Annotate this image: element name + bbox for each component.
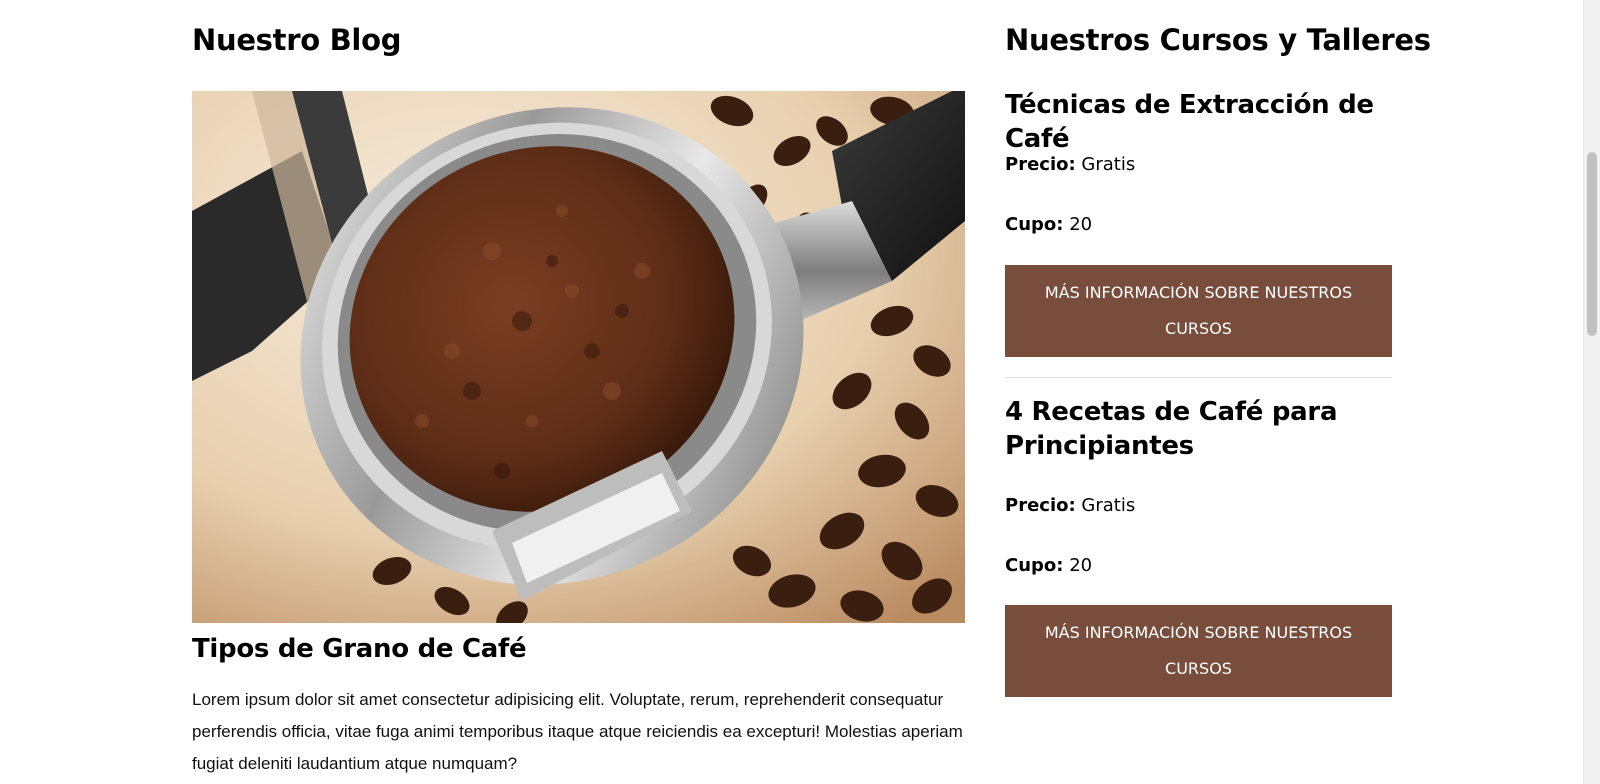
vertical-scrollbar[interactable] <box>1583 0 1600 784</box>
price-label: Precio: <box>1005 154 1076 175</box>
seats-value: 20 <box>1069 555 1093 576</box>
scrollbar-thumb[interactable] <box>1587 152 1597 336</box>
course-item: 4 Recetas de Café para Principiantes Pre… <box>1005 395 1392 697</box>
course-price: Precio: Gratis <box>1005 153 1135 177</box>
page-viewport: Nuestro Blog Tipos de Grano de Café Lore… <box>0 0 1583 784</box>
more-info-button[interactable]: MÁS INFORMACIÓN SOBRE NUESTROS CURSOS <box>1005 265 1392 357</box>
post-title[interactable]: Tipos de Grano de Café <box>192 632 527 666</box>
course-item: Técnicas de Extracción de Café Precio: G… <box>1005 88 1392 357</box>
course-seats: Cupo: 20 <box>1005 213 1092 237</box>
more-info-button[interactable]: MÁS INFORMACIÓN SOBRE NUESTROS CURSOS <box>1005 605 1392 697</box>
course-title: Técnicas de Extracción de Café <box>1005 90 1374 154</box>
seats-label: Cupo: <box>1005 214 1064 235</box>
course-title: 4 Recetas de Café para Principiantes <box>1005 397 1338 461</box>
coffee-portafilter-image[interactable] <box>192 91 965 623</box>
seats-label: Cupo: <box>1005 555 1064 576</box>
course-divider <box>1005 377 1392 378</box>
price-value: Gratis <box>1081 154 1136 175</box>
seats-value: 20 <box>1069 214 1093 235</box>
courses-heading: Nuestros Cursos y Talleres <box>1005 23 1431 57</box>
price-value: Gratis <box>1081 495 1136 516</box>
post-excerpt: Lorem ipsum dolor sit amet consectetur a… <box>192 690 963 773</box>
blog-heading: Nuestro Blog <box>192 23 402 57</box>
course-price: Precio: Gratis <box>1005 494 1135 518</box>
course-seats: Cupo: 20 <box>1005 554 1092 578</box>
price-label: Precio: <box>1005 495 1076 516</box>
